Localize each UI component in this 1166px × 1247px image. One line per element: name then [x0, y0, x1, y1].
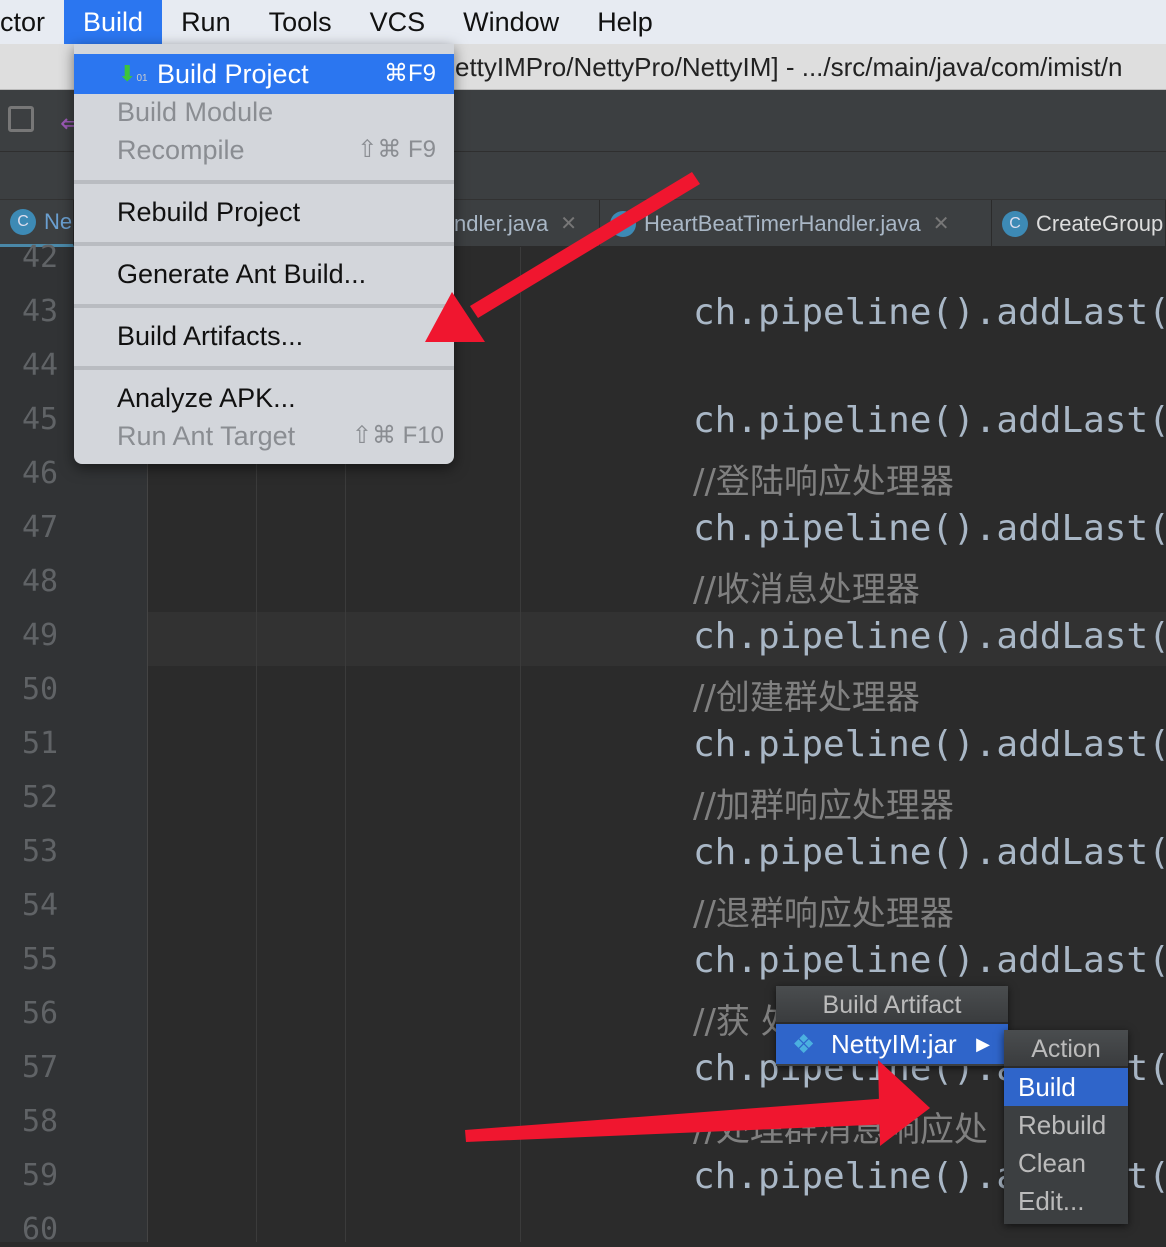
class-icon: C — [610, 210, 636, 237]
code-line[interactable]: ch.pipeline().addLast( — [693, 292, 1166, 333]
menu-item-analyze-apk[interactable]: Analyze APK... — [74, 378, 454, 418]
menu-build[interactable]: Build — [64, 0, 163, 44]
indent-guide — [520, 247, 521, 1242]
action-clean[interactable]: Clean — [1004, 1144, 1128, 1182]
menu-bar: ctor Build Run Tools VCS Window Help — [0, 0, 1166, 44]
close-icon[interactable]: ✕ — [560, 211, 577, 236]
action-build[interactable]: Build — [1004, 1068, 1128, 1106]
line-number: 43 — [22, 294, 59, 329]
menu-item-build-project[interactable]: ⬇01 Build Project ⌘F9 — [74, 54, 454, 94]
close-icon[interactable]: ✕ — [933, 211, 950, 236]
artifact-item-nettyim-jar[interactable]: ❖ NettyIM:jar ▶ — [776, 1024, 1008, 1064]
line-number: 51 — [22, 726, 59, 761]
tab-create-group[interactable]: C CreateGroup — [992, 200, 1166, 247]
tab-heartbeat-timer-handler[interactable]: C HeartBeatTimerHandler.java ✕ — [600, 200, 992, 247]
line-number: 48 — [22, 564, 59, 599]
code-comment[interactable]: //处理群消息响应处 — [693, 1102, 988, 1151]
tab-handler[interactable]: ndler.java ✕ — [454, 200, 600, 247]
line-number: 52 — [22, 780, 59, 815]
line-number: 46 — [22, 456, 59, 491]
code-comment[interactable]: //登陆响应处理器 — [693, 454, 954, 503]
history-icon[interactable] — [8, 106, 34, 132]
code-line[interactable]: ch.pipeline().addLast( — [693, 616, 1166, 657]
line-number: 55 — [22, 942, 59, 977]
popup-title: Build Artifact — [776, 986, 1008, 1024]
menu-refactor[interactable]: ctor — [0, 0, 64, 44]
code-comment[interactable]: //退群响应处理器 — [693, 886, 954, 935]
line-number: 45 — [22, 402, 59, 437]
line-number: 42 — [22, 240, 59, 275]
build-project-icon: ⬇01 — [118, 61, 148, 86]
code-line[interactable]: ch.pipeline().addLast( — [693, 940, 1166, 981]
action-edit[interactable]: Edit... — [1004, 1182, 1128, 1220]
menu-item-rebuild-project[interactable]: Rebuild Project — [74, 192, 454, 232]
menu-item-run-ant-target: Run Ant Target ⇧⌘ F10 — [117, 421, 444, 451]
menu-separator — [74, 366, 454, 370]
line-number: 49 — [22, 618, 59, 653]
menu-run[interactable]: Run — [162, 0, 250, 44]
line-number: 57 — [22, 1050, 59, 1085]
line-number: 56 — [22, 996, 59, 1031]
code-line[interactable]: ch.pipeline().addLast( — [693, 508, 1166, 549]
popup-title: Action — [1004, 1030, 1128, 1068]
code-line[interactable]: ch.pipeline().addLast( — [693, 724, 1166, 765]
line-number: 59 — [22, 1158, 59, 1193]
code-line[interactable]: ch.pipeline().addLast( — [693, 400, 1166, 441]
class-icon: C — [1002, 210, 1028, 237]
menu-item-build-artifacts[interactable]: Build Artifacts... — [74, 316, 454, 356]
submenu-arrow-icon: ▶ — [976, 1034, 990, 1054]
menu-separator — [74, 180, 454, 184]
menu-window[interactable]: Window — [444, 0, 578, 44]
line-number: 53 — [22, 834, 59, 869]
build-menu: ⬇01 Build Project ⌘F9 Build Module Recomp… — [74, 44, 454, 464]
code-comment[interactable]: //创建群处理器 — [693, 670, 920, 719]
menu-item-build-module: Build Module — [117, 97, 274, 127]
code-line[interactable]: ch.pipeline().addLast( — [693, 832, 1166, 873]
line-number: 50 — [22, 672, 59, 707]
menu-item-recompile: Recompile ⇧⌘ F9 — [117, 135, 436, 165]
action-rebuild[interactable]: Rebuild — [1004, 1106, 1128, 1144]
menu-help[interactable]: Help — [578, 0, 672, 44]
window-title: ettyIMPro/NettyPro/NettyIM] - .../src/ma… — [455, 52, 1123, 82]
build-artifact-popup: Build Artifact ❖ NettyIM:jar ▶ — [776, 986, 1008, 1066]
action-popup: Action Build Rebuild Clean Edit... — [1004, 1030, 1128, 1224]
menu-separator — [74, 304, 454, 308]
line-number: 47 — [22, 510, 59, 545]
menu-separator — [74, 242, 454, 246]
line-number: 44 — [22, 348, 59, 383]
menu-item-generate-ant-build[interactable]: Generate Ant Build... — [74, 254, 454, 294]
artifact-icon: ❖ — [792, 1029, 816, 1059]
menu-tools[interactable]: Tools — [250, 0, 351, 44]
code-comment[interactable]: //收消息处理器 — [693, 562, 920, 611]
line-number: 58 — [22, 1104, 59, 1139]
line-number: 54 — [22, 888, 59, 923]
class-icon: C — [10, 209, 36, 235]
code-comment[interactable]: //加群响应处理器 — [693, 778, 954, 827]
menu-vcs[interactable]: VCS — [351, 0, 445, 44]
